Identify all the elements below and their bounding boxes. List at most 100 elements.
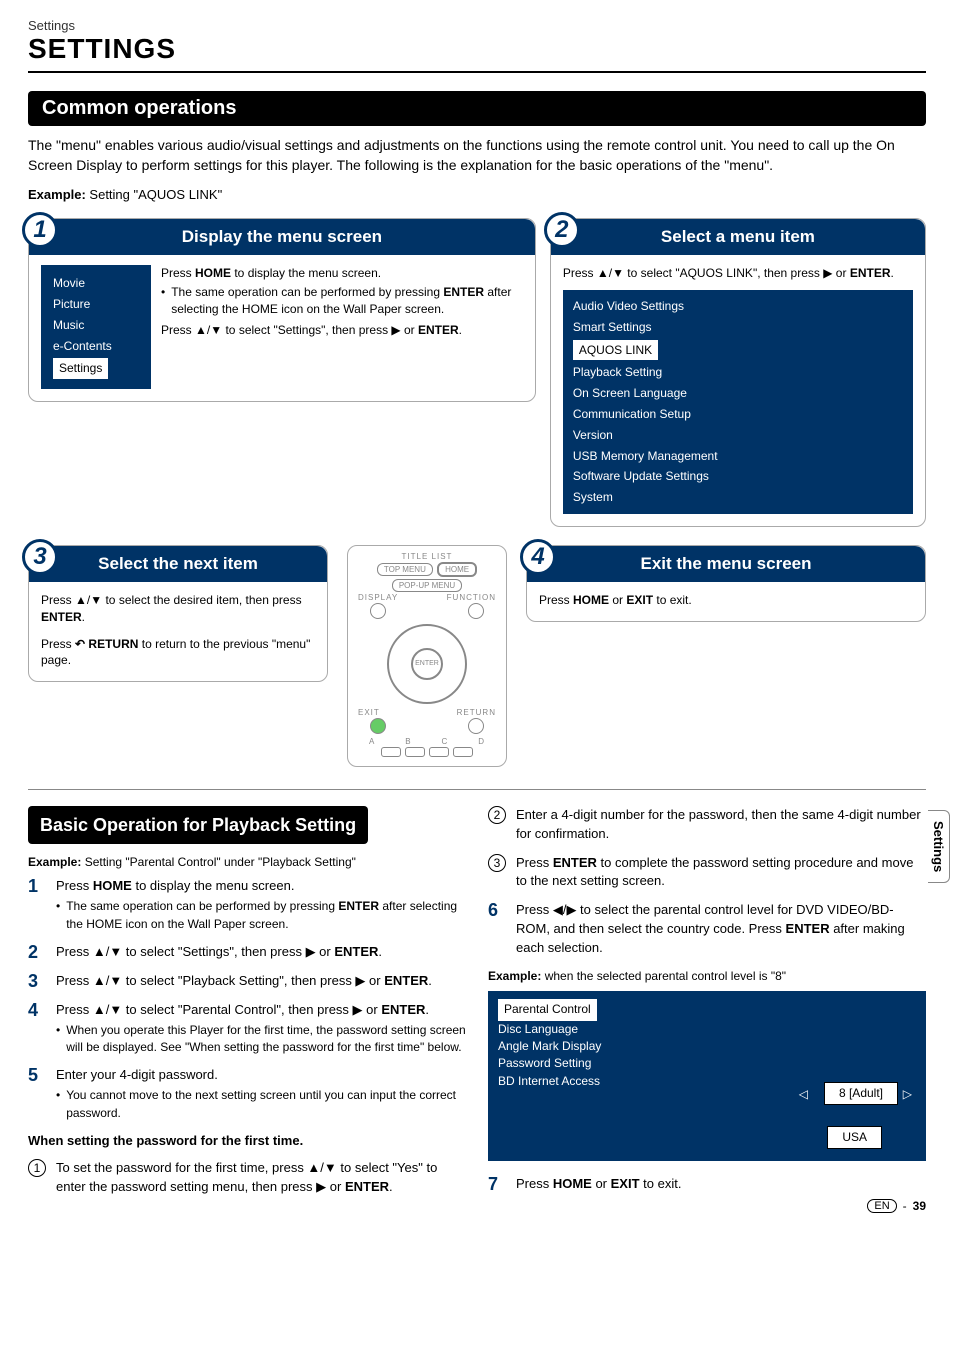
submenu-osl: On Screen Language — [571, 383, 905, 404]
remote-return-btn — [468, 718, 484, 734]
step-text: Press ▲/▼ to select "Playback Setting", … — [56, 972, 466, 991]
step-4-card: 4 Exit the menu screen Press HOME or EXI… — [526, 545, 926, 622]
remote-home: HOME — [437, 562, 477, 577]
up-arrow-icon — [597, 266, 609, 280]
remote-top-menu: TOP MENU — [377, 563, 433, 576]
ex2-label: Example: — [28, 855, 81, 869]
s2te: . — [890, 266, 893, 280]
step3-p2: Press RETURN to return to the previous "… — [41, 636, 315, 670]
s4b: HOME — [573, 593, 609, 607]
step-number: 6 — [488, 901, 506, 919]
step-text: Press ▲/▼ to select "Settings", then pre… — [56, 943, 466, 962]
s1b-b: ENTER — [443, 285, 484, 299]
step3-p1: Press / to select the desired item, then… — [41, 592, 315, 626]
s1t2a: Press — [161, 323, 195, 337]
up-arrow-icon — [75, 593, 87, 607]
list-item: 4Press ▲/▼ to select "Parental Control",… — [28, 1001, 466, 1057]
submenu-aquos-selected: AQUOS LINK — [573, 340, 658, 361]
step-text: To set the password for the first time, … — [56, 1159, 466, 1197]
right-value-arrow-icon: ▷ — [903, 1086, 912, 1103]
example-label: Example: — [28, 187, 86, 202]
remote-color-b — [405, 747, 425, 757]
menu-item-music: Music — [51, 315, 141, 336]
s1b-a: The same operation can be performed by p… — [171, 285, 443, 299]
circled-number: 3 — [488, 854, 506, 872]
remote-exit-btn — [370, 718, 386, 734]
list-item: 6 Press ◀/▶ to select the parental contro… — [488, 901, 926, 958]
remote-diagram-wrap: TITLE LIST TOP MENU HOME POP-UP MENU DIS… — [342, 545, 512, 767]
s2tb: to select "AQUOS LINK", then press — [624, 266, 823, 280]
submenu-av: Audio Video Settings — [571, 296, 905, 317]
section-basic-operation: Basic Operation for Playback Setting — [28, 806, 368, 844]
list-item: 2Press ▲/▼ to select "Settings", then pr… — [28, 943, 466, 962]
step-7: 7 Press HOME or EXIT to exit. — [488, 1175, 926, 1194]
step-text: Press HOME to display the menu screen.Th… — [56, 877, 466, 933]
step-text: Press ▲/▼ to select "Parental Control", … — [56, 1001, 466, 1057]
step-text: Enter a 4-digit number for the password,… — [516, 806, 926, 844]
playback-selected: Parental Control — [498, 999, 597, 1020]
section-common-operations: Common operations — [28, 91, 926, 126]
playback-item-2: Angle Mark Display — [498, 1038, 916, 1055]
remote-color-a — [381, 747, 401, 757]
remote-lbl-d: D — [478, 737, 485, 746]
s3p1b: to select the desired item, then press — [102, 593, 301, 607]
s4a: Press — [539, 593, 573, 607]
divider — [28, 789, 926, 790]
remote-color-c — [429, 747, 449, 757]
step1-txt-b: to display the menu screen. — [231, 266, 381, 280]
step-text: Enter your 4-digit password.You cannot m… — [56, 1066, 466, 1122]
sub-bullet: The same operation can be performed by p… — [56, 898, 466, 933]
list-item: 5Enter your 4-digit password.You cannot … — [28, 1066, 466, 1122]
s2tc: or — [832, 266, 849, 280]
step-2-card: 2 Select a menu item Press / to select "… — [550, 218, 926, 527]
circled-steps-left: 1To set the password for the first time,… — [28, 1159, 466, 1197]
s1t2b: to select "Settings", then press — [222, 323, 391, 337]
step-7-number: 7 — [488, 1175, 506, 1193]
sub-bullet: When you operate this Player for the fir… — [56, 1022, 466, 1057]
remote-function: FUNCTION — [447, 593, 496, 602]
up-arrow-icon — [195, 323, 207, 337]
remote-diagram: TITLE LIST TOP MENU HOME POP-UP MENU DIS… — [347, 545, 507, 767]
s4c: or — [609, 593, 626, 607]
footer-lang: EN — [867, 1199, 896, 1213]
step1-bullet: The same operation can be performed by p… — [161, 284, 523, 318]
remote-dpad: ENTER — [387, 624, 467, 704]
remote-enter: ENTER — [411, 648, 443, 680]
step-4-number: 4 — [520, 539, 556, 575]
breadcrumb: Settings — [28, 18, 926, 33]
step-7-text: Press HOME or EXIT to exit. — [516, 1175, 926, 1194]
submenu-system: System — [571, 487, 905, 508]
s2td: ENTER — [850, 266, 891, 280]
remote-title-list: TITLE LIST — [354, 552, 500, 561]
remote-lbl-b: B — [405, 737, 411, 746]
step-2-title: Select a menu item — [551, 219, 925, 255]
list-item: 1Press HOME to display the menu screen.T… — [28, 877, 466, 933]
remote-exit: EXIT — [358, 708, 380, 717]
parental-level-value: 8 [Adult] — [824, 1082, 898, 1105]
step-2-number: 2 — [544, 212, 580, 248]
list-item: 3Press ENTER to complete the password se… — [488, 854, 926, 892]
step-text: Press ◀/▶ to select the parental control… — [516, 901, 926, 958]
s2ta: Press — [563, 266, 597, 280]
ex2-text: Setting "Parental Control" under "Playba… — [81, 855, 356, 869]
footer-sep: - — [903, 1199, 907, 1213]
example-text: Setting "AQUOS LINK" — [86, 187, 222, 202]
country-code-value: USA — [827, 1126, 882, 1149]
menu-item-picture: Picture — [51, 294, 141, 315]
return-icon — [75, 637, 85, 651]
example-line-3: Example: when the selected parental cont… — [488, 968, 926, 985]
down-arrow-icon — [612, 266, 624, 280]
s3p1c: ENTER — [41, 610, 82, 624]
home-menu-list: Movie Picture Music e-Contents Settings — [41, 265, 151, 389]
list-item: 1To set the password for the first time,… — [28, 1159, 466, 1197]
playback-item-1: Disc Language — [498, 1021, 916, 1038]
submenu-comm: Communication Setup — [571, 404, 905, 425]
left-value-arrow-icon: ◁ — [799, 1086, 808, 1103]
list-item: 3 Press ▲/▼ to select "Playback Setting",… — [28, 972, 466, 991]
submenu-playback: Playback Setting — [571, 362, 905, 383]
s1t2e: . — [459, 323, 462, 337]
s4d: EXIT — [626, 593, 653, 607]
step-1-text: Press HOME to display the menu screen. T… — [161, 265, 523, 389]
step-number: 3 — [28, 972, 46, 990]
step-1-title: Display the menu screen — [29, 219, 535, 255]
